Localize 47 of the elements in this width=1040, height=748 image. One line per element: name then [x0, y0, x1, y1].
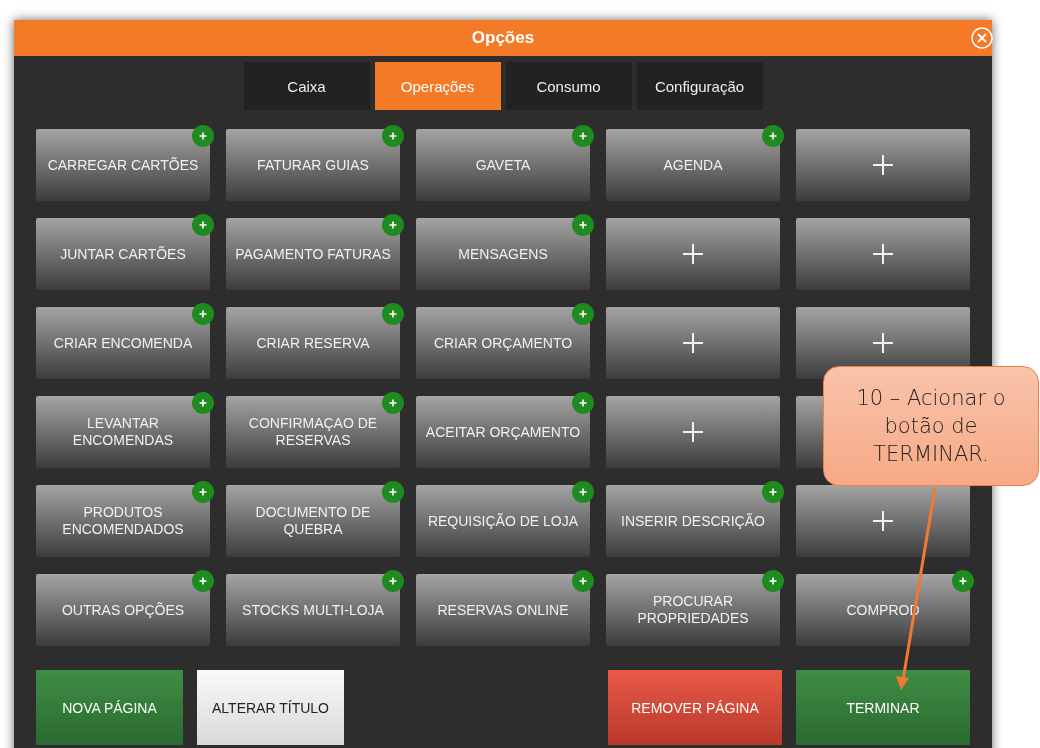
tab[interactable]: Caixa	[243, 62, 370, 110]
add-badge-icon	[572, 125, 594, 147]
tab[interactable]: Configuração	[636, 62, 763, 110]
remove-page-button[interactable]: REMOVER PÁGINA	[608, 670, 782, 745]
window-title: Opções	[471, 28, 535, 48]
plus-icon	[872, 332, 894, 354]
plus-icon	[682, 243, 704, 265]
add-badge-icon	[382, 481, 404, 503]
plus-icon	[682, 421, 704, 443]
plus-icon	[872, 243, 894, 265]
add-badge-icon	[192, 481, 214, 503]
add-badge-icon	[382, 392, 404, 414]
add-badge-icon	[762, 570, 784, 592]
new-page-button[interactable]: NOVA PÁGINA	[36, 670, 183, 745]
add-badge-icon	[762, 125, 784, 147]
plus-icon	[872, 154, 894, 176]
plus-icon	[682, 332, 704, 354]
add-tile[interactable]	[796, 129, 970, 201]
callout-tooltip: 10 – Acionar o botão de TERMINAR.	[823, 366, 1039, 486]
add-tile[interactable]	[796, 218, 970, 290]
close-button[interactable]	[970, 26, 994, 50]
plus-icon	[872, 510, 894, 532]
add-badge-icon	[572, 214, 594, 236]
rename-button[interactable]: ALTERAR TÍTULO	[197, 670, 344, 745]
add-badge-icon	[192, 392, 214, 414]
add-badge-icon	[192, 125, 214, 147]
add-tile[interactable]	[606, 307, 780, 379]
add-badge-icon	[192, 214, 214, 236]
add-badge-icon	[572, 392, 594, 414]
add-tile[interactable]	[606, 396, 780, 468]
add-badge-icon	[572, 481, 594, 503]
add-badge-icon	[192, 303, 214, 325]
add-badge-icon	[952, 570, 974, 592]
close-icon	[971, 27, 993, 49]
add-badge-icon	[192, 570, 214, 592]
add-badge-icon	[382, 570, 404, 592]
add-tile[interactable]	[606, 218, 780, 290]
add-badge-icon	[382, 214, 404, 236]
add-badge-icon	[382, 303, 404, 325]
add-tile[interactable]	[796, 485, 970, 557]
finish-button[interactable]: TERMINAR	[796, 670, 970, 745]
add-badge-icon	[572, 303, 594, 325]
add-badge-icon	[382, 125, 404, 147]
add-badge-icon	[572, 570, 594, 592]
add-badge-icon	[762, 481, 784, 503]
tab[interactable]: Consumo	[505, 62, 632, 110]
tab[interactable]: Operações	[374, 62, 501, 110]
